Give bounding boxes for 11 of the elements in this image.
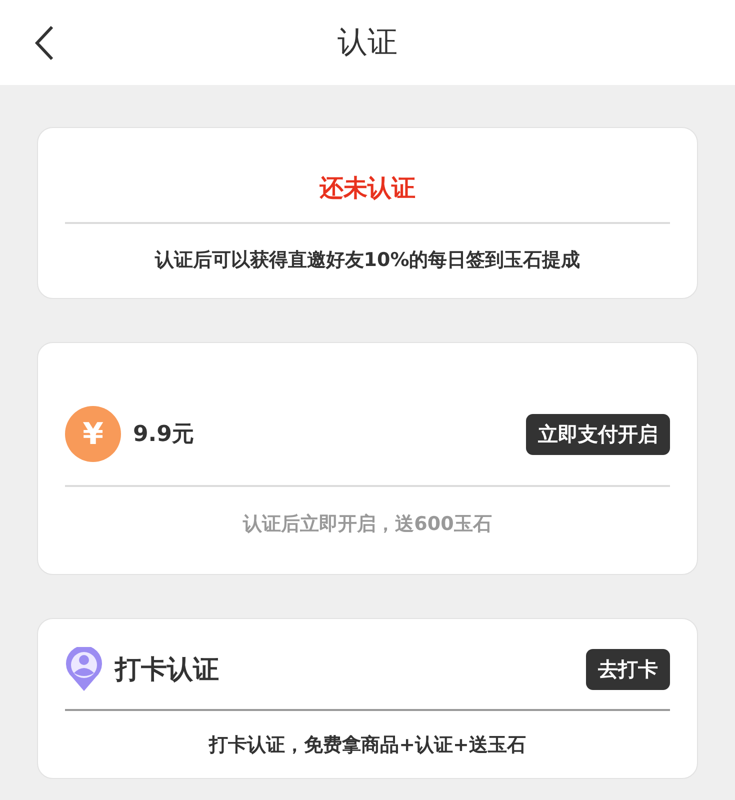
location-pin-icon [65,647,103,691]
page-title: 认证 [338,24,398,62]
option-label: 9.9元 [133,421,194,449]
check-in-button[interactable]: 去打卡 [586,648,670,690]
status-text: 还未认证 [318,173,416,204]
pay-button[interactable]: 立即支付开启 [526,414,670,454]
yuan-coin-icon: ¥ [65,406,121,462]
option-label: 打卡认证 [115,654,219,686]
option-note: 认证后立即开启，送600玉石 [242,512,493,537]
status-note: 认证后可以获得直邀好友10%的每日签到玉石提成 [154,248,582,273]
option-note: 打卡认证，免费拿商品+认证+送玉石 [208,733,527,758]
